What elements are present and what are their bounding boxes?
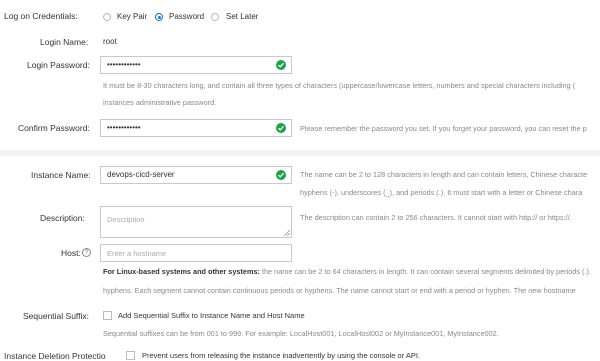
instance-name-value: devops-cicd-server [107,170,175,179]
radio-set-later[interactable] [211,13,219,21]
confirm-password-label: Confirm Password: [18,123,90,133]
host-input[interactable]: Enter a hostname [100,244,292,262]
radio-password[interactable] [155,13,163,21]
credentials-label: Log on Credentials: [4,11,78,21]
check-circle-icon [276,123,286,133]
instance-name-hint-2: hyphens (-), underscores (_), and period… [300,188,583,197]
radio-password-label[interactable]: Password [169,12,204,21]
host-label: Host: [61,248,81,258]
deletion-protection-checkbox[interactable] [126,351,135,360]
confirm-password-value: •••••••••••• [107,123,141,132]
login-password-input[interactable]: •••••••••••• [100,56,292,74]
radio-key-pair-label[interactable]: Key Pair [117,12,147,21]
instance-name-input[interactable]: devops-cicd-server [100,166,292,184]
login-password-hint-1: It must be 8-30 characters long, and con… [103,81,576,90]
login-password-hint-2: instances administrative password. [103,98,217,107]
host-hint-1: For Linux-based systems and other system… [103,267,591,276]
description-label: Description: [40,213,85,223]
host-placeholder: Enter a hostname [107,249,167,258]
host-hint-bold: For Linux-based systems and other system… [103,267,260,276]
confirm-password-hint: Please remember the password you set. If… [300,124,587,133]
resize-handle-icon[interactable] [284,230,290,236]
sequential-suffix-checkbox-label[interactable]: Add Sequential Suffix to Instance Name a… [118,311,305,320]
instance-name-label: Instance Name: [31,170,91,180]
login-name-label: Login Name: [40,37,89,47]
description-placeholder: Description [107,215,145,224]
sequential-suffix-label: Sequential Suffix: [23,311,89,321]
radio-set-later-label[interactable]: Set Later [226,12,258,21]
section-divider [0,150,600,156]
host-hint-2: hyphens. Each segment cannot contain con… [103,286,576,295]
login-password-value: •••••••••••• [107,60,141,69]
help-icon[interactable]: ? [82,248,91,257]
description-hint: The description can contain 2 to 256 cha… [300,213,572,222]
login-password-label: Login Password: [27,60,90,70]
sequential-suffix-hint: Sequential suffixes can be from 001 to 9… [103,329,499,338]
instance-name-hint-1: The name can be 2 to 128 characters in l… [300,170,588,179]
deletion-protection-checkbox-label[interactable]: Prevent users from releasing the instanc… [142,351,420,360]
confirm-password-input[interactable]: •••••••••••• [100,119,292,137]
check-circle-icon [276,170,286,180]
deletion-protection-label: Instance Deletion Protectio [4,351,106,361]
description-textarea[interactable]: Description [100,206,292,238]
sequential-suffix-checkbox[interactable] [103,311,112,320]
radio-key-pair[interactable] [103,13,111,21]
login-name-value: root [103,37,117,46]
host-hint-text: the name can be 2 to 64 characters in le… [259,267,591,276]
check-circle-icon [276,60,286,70]
